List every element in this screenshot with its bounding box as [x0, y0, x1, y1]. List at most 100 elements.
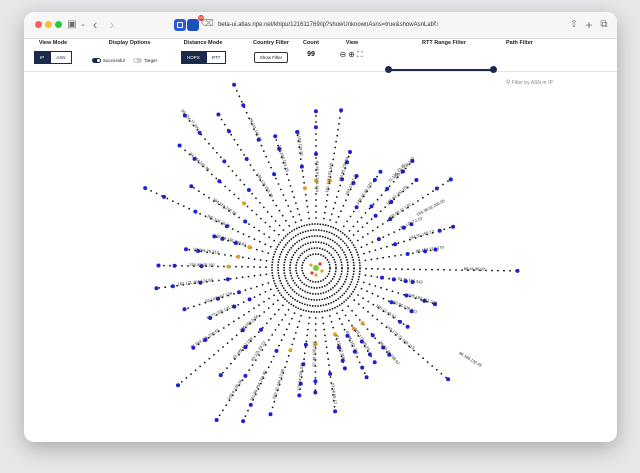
hop-node[interactable] [270, 215, 273, 218]
hop-node[interactable] [315, 157, 317, 159]
hop-node[interactable] [345, 199, 347, 202]
hop-node[interactable] [422, 196, 424, 199]
target-node[interactable] [446, 377, 451, 382]
hop-node[interactable] [392, 180, 395, 183]
hop-node[interactable] [348, 230, 351, 232]
hop-node[interactable] [278, 209, 281, 212]
hop-node[interactable] [443, 228, 446, 231]
hop-node[interactable] [382, 256, 385, 259]
probe-node[interactable] [226, 264, 231, 269]
hop-node[interactable] [235, 334, 238, 337]
hop-node[interactable] [314, 371, 317, 373]
hop-node[interactable] [208, 196, 210, 199]
hop-node[interactable] [158, 287, 161, 289]
hop-node[interactable] [265, 266, 267, 269]
hop-node[interactable] [455, 269, 457, 271]
hop-node[interactable] [190, 373, 192, 375]
hop-node[interactable] [243, 314, 245, 316]
hop-node[interactable] [216, 151, 218, 154]
hop-node[interactable] [240, 149, 242, 151]
hop-node[interactable] [305, 199, 308, 202]
distance-rtt-button[interactable]: RTT [205, 51, 227, 64]
hop-node[interactable] [243, 154, 246, 156]
minimize-window-button[interactable] [45, 21, 52, 28]
hop-node[interactable] [288, 323, 291, 325]
hop-node[interactable] [356, 221, 359, 223]
hop-node[interactable] [364, 259, 367, 262]
hop-node[interactable] [352, 210, 355, 213]
hop-node[interactable] [248, 310, 250, 313]
hop-node[interactable] [261, 250, 264, 253]
hop-node[interactable] [274, 220, 277, 222]
hop-node[interactable] [411, 182, 414, 185]
hop-node[interactable] [287, 179, 290, 181]
target-node[interactable] [214, 418, 219, 422]
hop-node[interactable] [380, 322, 383, 325]
hop-node[interactable] [227, 165, 230, 168]
hop-node[interactable] [203, 193, 205, 196]
hop-node[interactable] [342, 204, 345, 207]
hop-node[interactable] [251, 364, 254, 366]
target-node[interactable] [218, 373, 223, 378]
hop-node[interactable] [383, 268, 385, 270]
hop-node[interactable] [321, 316, 324, 319]
first-hop-node[interactable] [320, 269, 324, 273]
hop-node[interactable] [385, 288, 388, 291]
hop-node[interactable] [285, 328, 288, 331]
hop-node[interactable] [300, 314, 302, 317]
target-node[interactable] [182, 307, 187, 312]
hop-node[interactable] [337, 128, 339, 131]
first-hop-node[interactable] [310, 271, 314, 275]
hop-node[interactable] [314, 383, 317, 385]
hop-node[interactable] [220, 118, 223, 121]
hop-node[interactable] [363, 372, 366, 375]
target-node[interactable] [268, 412, 273, 417]
hop-node[interactable] [235, 277, 238, 279]
hop-node[interactable] [362, 281, 365, 284]
hop-node[interactable] [367, 310, 369, 313]
hop-node[interactable] [347, 305, 350, 308]
hop-node[interactable] [366, 222, 368, 225]
hop-node[interactable] [335, 196, 338, 198]
hop-node[interactable] [292, 216, 295, 218]
hop-node[interactable] [291, 343, 294, 346]
hop-node[interactable] [426, 361, 429, 363]
hop-node[interactable] [491, 269, 493, 272]
hop-node[interactable] [335, 140, 337, 143]
tab-overview-icon[interactable]: ⧉ [599, 18, 609, 32]
hop-node[interactable] [360, 287, 363, 290]
hop-node[interactable] [280, 188, 282, 191]
hop-node[interactable] [277, 299, 279, 302]
probe-node[interactable] [313, 379, 318, 384]
hop-node[interactable] [229, 277, 232, 280]
hop-node[interactable] [223, 123, 226, 126]
probe-node[interactable] [242, 201, 247, 206]
probe-node[interactable] [398, 319, 403, 324]
hop-node[interactable] [270, 166, 272, 169]
sidebar-toggle-icon[interactable]: ▣ [66, 18, 78, 32]
first-hop-node[interactable] [314, 273, 318, 277]
hop-node[interactable] [164, 286, 167, 289]
hop-node[interactable] [246, 205, 249, 208]
probe-node[interactable] [243, 219, 248, 224]
zoom-out-icon[interactable]: ⊖ [339, 50, 348, 59]
hop-node[interactable] [265, 273, 268, 276]
hop-node[interactable] [233, 193, 236, 196]
hop-node[interactable] [225, 404, 228, 407]
hop-node[interactable] [337, 190, 340, 193]
hop-node[interactable] [333, 152, 336, 155]
hop-node[interactable] [334, 146, 337, 149]
hop-node[interactable] [275, 204, 278, 207]
hop-node[interactable] [357, 303, 360, 305]
hop-node[interactable] [150, 190, 152, 192]
hop-node[interactable] [284, 199, 287, 202]
hop-node[interactable] [282, 194, 285, 196]
hop-node[interactable] [262, 150, 265, 152]
hop-node[interactable] [222, 371, 224, 374]
probe-node[interactable] [274, 348, 279, 353]
hop-node[interactable] [307, 211, 310, 214]
radial-traceroute-graph[interactable]: 84.95.97.176.164 181.113.103.160 194.95.23… [24, 72, 617, 442]
hop-node[interactable] [362, 297, 364, 300]
hop-node[interactable] [329, 219, 331, 221]
hop-node[interactable] [232, 320, 235, 323]
